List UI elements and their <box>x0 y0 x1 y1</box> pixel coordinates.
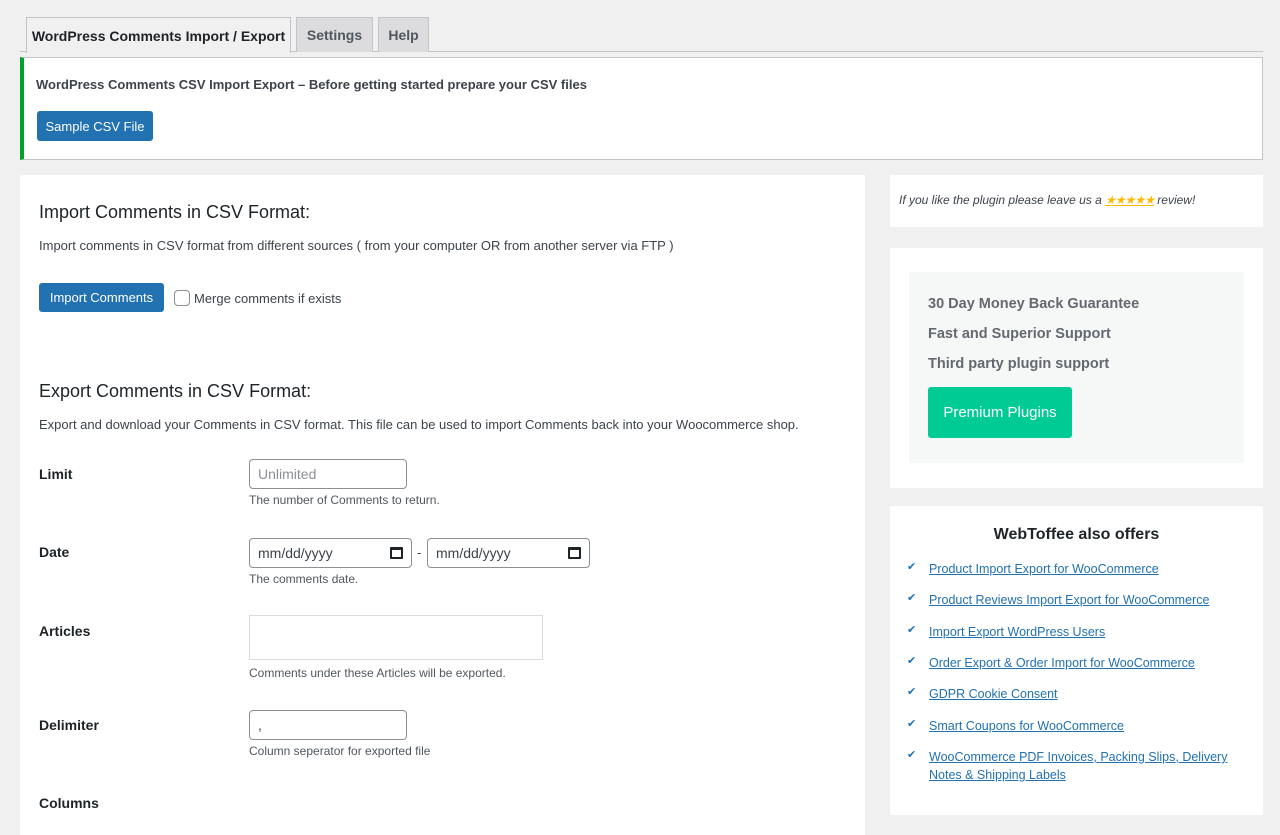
offer-item: ✔ Import Export WordPress Users <box>907 623 1105 641</box>
articles-hint: Comments under these Articles will be ex… <box>249 666 506 680</box>
checkmark-icon: ✔ <box>907 624 917 636</box>
import-title: Import Comments in CSV Format: <box>39 202 311 222</box>
promo-item: Fast and Superior Support <box>928 326 1111 342</box>
nav-tabs: WordPress Comments Import / Export Setti… <box>20 17 1263 53</box>
offer-item: ✔ Product Reviews Import Export for WooCo… <box>907 591 1209 609</box>
offer-item: ✔ Product Import Export for WooCommerce <box>907 560 1159 578</box>
date-hint: The comments date. <box>249 572 359 586</box>
checkmark-icon: ✔ <box>907 686 917 698</box>
delimiter-label: Delimiter <box>39 717 99 733</box>
main-panel: Import Comments in CSV Format: Import co… <box>20 175 865 835</box>
checkmark-icon: ✔ <box>907 718 917 730</box>
premium-plugins-button[interactable]: Premium Plugins <box>928 387 1072 438</box>
checkmark-icon: ✔ <box>907 655 917 667</box>
merge-label: Merge comments if exists <box>194 290 342 306</box>
date-to-placeholder: mm/dd/yyyy <box>436 545 511 561</box>
sample-csv-button[interactable]: Sample CSV File <box>37 111 153 141</box>
delimiter-input[interactable]: , <box>249 710 407 740</box>
offer-link[interactable]: Smart Coupons for WooCommerce <box>929 717 1124 735</box>
offer-link[interactable]: GDPR Cookie Consent <box>929 685 1058 703</box>
offer-link[interactable]: Product Import Export for WooCommerce <box>929 560 1159 578</box>
delimiter-hint: Column seperator for exported file <box>249 744 431 758</box>
columns-label: Columns <box>39 795 99 811</box>
review-stars-link[interactable]: ★★★★★ <box>1105 193 1155 207</box>
offer-item: ✔ Smart Coupons for WooCommerce <box>907 717 1124 735</box>
notice-text: WordPress Comments CSV Import Export – B… <box>36 77 587 92</box>
limit-input[interactable]: Unlimited <box>249 459 407 489</box>
checkmark-icon: ✔ <box>907 561 917 573</box>
articles-select[interactable] <box>249 615 543 660</box>
merge-option[interactable]: Merge comments if exists <box>174 290 341 306</box>
calendar-icon[interactable] <box>390 547 403 559</box>
review-prefix: If you like the plugin please leave us a <box>899 193 1102 207</box>
review-box: If you like the plugin please leave us a… <box>890 175 1263 227</box>
limit-label: Limit <box>39 466 73 482</box>
date-separator: - <box>417 545 422 560</box>
offer-link[interactable]: WooCommerce PDF Invoices, Packing Slips,… <box>929 748 1239 784</box>
offer-link[interactable]: Order Export & Order Import for WooComme… <box>929 654 1195 672</box>
date-label: Date <box>39 544 70 560</box>
date-to-input[interactable]: mm/dd/yyyy <box>427 538 590 568</box>
promo-inner: 30 Day Money Back Guarantee Fast and Sup… <box>909 272 1244 463</box>
import-description: Import comments in CSV format from diffe… <box>39 238 674 253</box>
offer-link[interactable]: Product Reviews Import Export for WooCom… <box>929 591 1209 609</box>
offer-link[interactable]: Import Export WordPress Users <box>929 623 1105 641</box>
offers-title: WebToffee also offers <box>993 526 1160 543</box>
tab-settings[interactable]: Settings <box>296 17 373 52</box>
promo-item: 30 Day Money Back Guarantee <box>928 296 1140 312</box>
tab-import-export[interactable]: WordPress Comments Import / Export <box>26 17 291 53</box>
checkmark-icon: ✔ <box>907 749 917 761</box>
offer-item: ✔ GDPR Cookie Consent <box>907 685 1058 703</box>
calendar-icon[interactable] <box>568 547 581 559</box>
review-text: If you like the plugin please leave us a… <box>899 193 1195 207</box>
date-from-placeholder: mm/dd/yyyy <box>258 545 333 561</box>
limit-hint: The number of Comments to return. <box>249 493 440 507</box>
checkmark-icon: ✔ <box>907 592 917 604</box>
review-suffix: review! <box>1157 193 1196 207</box>
offers-box: WebToffee also offers ✔ Product Import Ex… <box>890 506 1263 815</box>
export-title: Export Comments in CSV Format: <box>39 381 312 401</box>
export-description: Export and download your Comments in CSV… <box>39 417 799 432</box>
import-comments-button[interactable]: Import Comments <box>39 283 164 312</box>
info-notice: WordPress Comments CSV Import Export – B… <box>20 57 1263 160</box>
merge-checkbox[interactable] <box>174 290 190 306</box>
articles-label: Articles <box>39 623 91 639</box>
offer-item: ✔ WooCommerce PDF Invoices, Packing Slips… <box>907 748 1239 784</box>
offer-item: ✔ Order Export & Order Import for WooComm… <box>907 654 1195 672</box>
promo-item: Third party plugin support <box>928 356 1110 372</box>
premium-promo-box: 30 Day Money Back Guarantee Fast and Sup… <box>890 248 1263 488</box>
tab-help[interactable]: Help <box>378 17 429 52</box>
date-from-input[interactable]: mm/dd/yyyy <box>249 538 412 568</box>
